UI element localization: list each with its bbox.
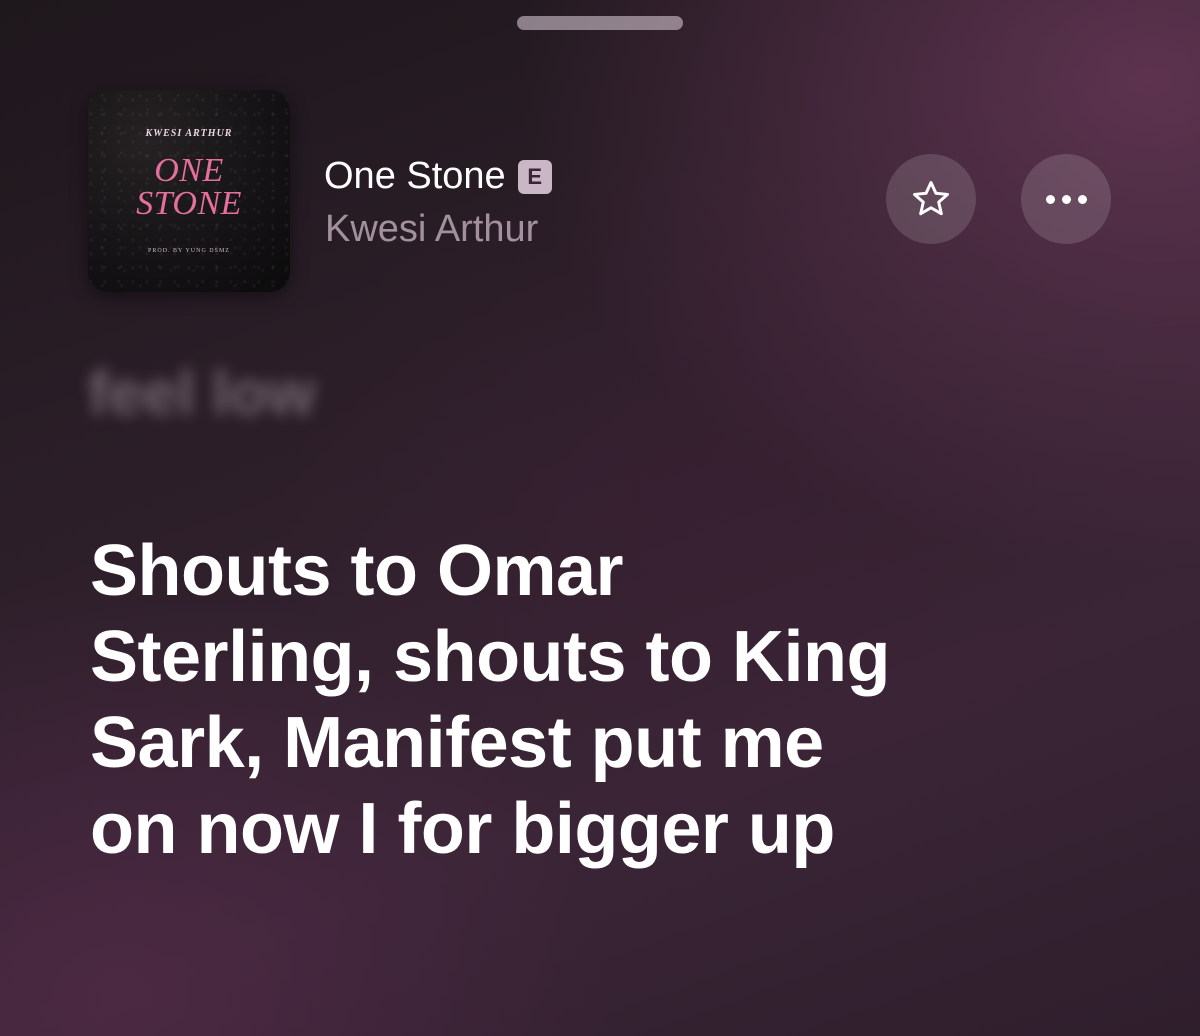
more-options-button[interactable]: [1021, 154, 1111, 244]
lyric-line: Sterling, shouts to King: [90, 617, 890, 697]
album-artwork[interactable]: KWESI ARTHUR ONE STONE PROD. BY YUNG DSM…: [88, 90, 290, 292]
sheet-grabber[interactable]: [517, 16, 683, 30]
artwork-artist-text: KWESI ARTHUR: [145, 128, 233, 139]
previous-lyric-line[interactable]: feel low: [88, 358, 315, 429]
explicit-badge: E: [517, 159, 552, 194]
song-title-text: One Stone: [324, 155, 506, 197]
current-lyric[interactable]: Shouts to Omar Sterling, shouts to King …: [90, 528, 1150, 872]
artwork-credit-text: PROD. BY YUNG DSMZ: [148, 248, 230, 254]
lyric-line: Sark, Manifest put me: [90, 703, 824, 783]
lyric-line: on now I for bigger up: [90, 789, 835, 869]
lyric-line: Shouts to Omar: [90, 531, 624, 611]
song-title[interactable]: One Stone E: [324, 155, 552, 198]
favorite-button[interactable]: [886, 154, 976, 244]
artist-name[interactable]: Kwesi Arthur: [325, 208, 538, 251]
star-icon: [913, 181, 949, 216]
ellipsis-icon: [1045, 194, 1087, 204]
artwork-title-text: ONE STONE: [136, 152, 242, 222]
